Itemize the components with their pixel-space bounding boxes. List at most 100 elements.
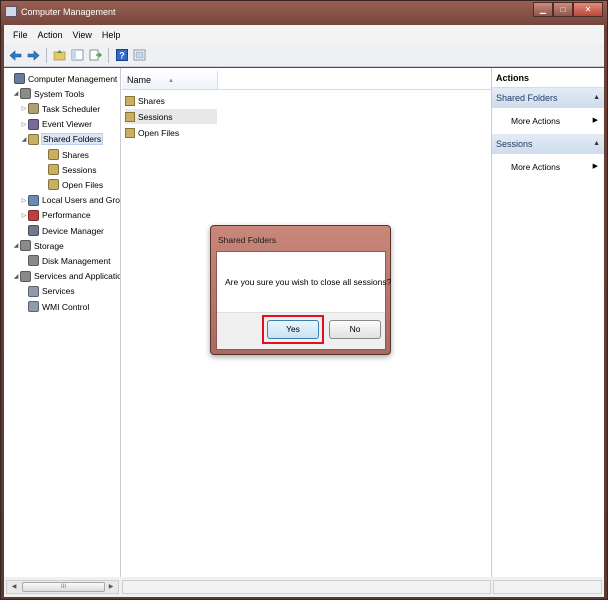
export-list-icon[interactable] <box>88 48 103 63</box>
tree-item-label: Event Viewer <box>42 119 92 130</box>
shared-folder-icon <box>125 95 135 106</box>
back-arrow-icon[interactable] <box>8 48 23 63</box>
more-actions-sessions[interactable]: More Actions ▶ <box>492 154 604 180</box>
tree-item[interactable]: Sessions <box>40 162 97 177</box>
tree-item-label: Open Files <box>62 179 104 190</box>
services-apps-icon <box>20 270 31 282</box>
tree-item-label: System Tools <box>34 88 85 99</box>
menu-file[interactable]: File <box>8 30 33 40</box>
window-title: Computer Management <box>21 7 116 17</box>
expand-arrow-icon[interactable]: ◢ <box>12 90 20 97</box>
tree-item-label: Device Manager <box>42 225 104 236</box>
collapse-up-icon[interactable]: ▲ <box>593 88 600 108</box>
tree-item[interactable]: WMI Control <box>20 299 89 314</box>
tree-item[interactable]: ◢ Services and Applications <box>12 269 120 284</box>
more-actions-label: More Actions <box>511 116 561 126</box>
menu-action[interactable]: Action <box>33 30 68 40</box>
close-button[interactable]: ✕ <box>573 2 603 17</box>
svg-text:?: ? <box>119 51 125 61</box>
actions-section-sessions[interactable]: Sessions ▲ <box>492 134 604 154</box>
sort-ascending-icon: ▲ <box>168 78 174 84</box>
submenu-arrow-icon: ▶ <box>592 163 598 170</box>
device-manager-icon <box>28 225 39 236</box>
name-column-label: Name <box>127 75 152 85</box>
list-item-label: Shares <box>138 95 165 106</box>
tree-item[interactable]: ▷ Performance <box>20 208 91 223</box>
tree-item[interactable]: Disk Management <box>20 253 111 268</box>
tree-item[interactable]: ▷ Local Users and Groups <box>20 193 120 208</box>
collapse-up-icon[interactable]: ▲ <box>593 134 600 154</box>
toolbar-separator <box>108 47 109 63</box>
menu-help[interactable]: Help <box>97 30 126 40</box>
menu-view[interactable]: View <box>68 30 97 40</box>
window-controls: ▁ □ ✕ <box>533 2 603 17</box>
expand-arrow-icon[interactable]: ◢ <box>20 136 28 143</box>
tree-item-label: Shared Folders <box>40 133 104 146</box>
column-header-filler <box>218 71 491 90</box>
wmi-icon <box>28 301 39 312</box>
tree-item[interactable]: Shares <box>40 147 89 162</box>
computer-management-icon <box>5 6 17 17</box>
tree-item[interactable]: Services <box>20 284 75 299</box>
status-bar: ◀ III ▶ <box>4 577 604 597</box>
expand-arrow-icon[interactable]: ▷ <box>20 212 28 219</box>
menu-bar: File Action View Help <box>4 25 604 44</box>
expand-arrow-icon[interactable]: ▷ <box>20 197 28 204</box>
sessions-icon <box>48 164 59 176</box>
toolbar-separator <box>46 47 47 63</box>
shared-folder-icon <box>125 127 135 138</box>
tree-item[interactable]: ◢ Storage <box>12 238 64 253</box>
confirm-dialog: Shared Folders Are you sure you wish to … <box>210 225 391 355</box>
status-panel-right <box>493 580 602 594</box>
tree-item[interactable]: Open Files <box>40 177 103 192</box>
properties-icon[interactable] <box>132 48 147 63</box>
list-item[interactable]: Sessions <box>125 109 217 124</box>
more-actions-label: More Actions <box>511 162 561 172</box>
actions-section-shared-folders[interactable]: Shared Folders ▲ <box>492 88 604 108</box>
show-hide-tree-icon[interactable] <box>70 48 85 63</box>
name-column-header[interactable]: Name ▲ <box>122 71 218 90</box>
tree-item[interactable]: ◢ System Tools <box>12 86 84 101</box>
minimize-button[interactable]: ▁ <box>533 2 553 17</box>
shared-folder-icon <box>28 133 39 145</box>
dialog-body: Are you sure you wish to close all sessi… <box>216 251 391 350</box>
list-item-label: Sessions <box>138 111 173 122</box>
toolbar: ? <box>4 44 604 67</box>
expand-arrow-icon[interactable]: ▷ <box>20 105 28 112</box>
tree-item-label: Computer Management (Local <box>28 73 120 84</box>
expand-arrow-icon[interactable]: ▷ <box>20 121 28 128</box>
scroll-right-arrow[interactable]: ▶ <box>105 581 117 593</box>
tree-item-label: Services <box>42 286 75 297</box>
tree-item[interactable]: ◢ Shared Folders <box>20 132 104 147</box>
section-label: Shared Folders <box>496 93 558 103</box>
tree-item[interactable]: Device Manager <box>20 223 104 238</box>
tree-item-label: Storage <box>34 240 64 251</box>
dialog-button-area: Yes No <box>217 312 385 349</box>
no-button[interactable]: No <box>329 320 381 339</box>
scroll-thumb[interactable]: III <box>22 582 105 592</box>
list-item[interactable]: Shares <box>125 93 165 108</box>
tree-item[interactable]: ▷ Task Scheduler <box>20 101 100 116</box>
scroll-left-arrow[interactable]: ◀ <box>8 581 20 593</box>
more-actions-shared-folders[interactable]: More Actions ▶ <box>492 108 604 134</box>
yes-button[interactable]: Yes <box>267 320 319 339</box>
tree-item-label: Performance <box>42 210 91 221</box>
up-folder-icon[interactable] <box>52 48 67 63</box>
list-item[interactable]: Open Files <box>125 125 179 140</box>
help-icon[interactable]: ? <box>114 48 129 63</box>
computer-icon <box>14 73 25 84</box>
forward-arrow-icon[interactable] <box>26 48 41 63</box>
maximize-button[interactable]: □ <box>553 2 573 17</box>
expand-arrow-icon[interactable]: ◢ <box>12 273 20 280</box>
title-bar[interactable]: Computer Management ▁ □ ✕ <box>1 1 607 25</box>
expand-arrow-icon[interactable]: ◢ <box>12 242 20 249</box>
tree-item[interactable]: ▷ Event Viewer <box>20 117 92 132</box>
actions-pane: Actions Shared Folders ▲ More Actions ▶ … <box>491 68 604 577</box>
tree-item-label: Task Scheduler <box>42 103 101 114</box>
submenu-arrow-icon: ▶ <box>592 117 598 124</box>
tree-item[interactable]: Computer Management (Local <box>6 71 120 86</box>
tree-item-label: Sessions <box>62 164 97 175</box>
horizontal-scrollbar[interactable]: ◀ III ▶ <box>6 580 119 594</box>
dialog-title: Shared Folders <box>218 235 277 245</box>
storage-icon <box>20 240 31 252</box>
